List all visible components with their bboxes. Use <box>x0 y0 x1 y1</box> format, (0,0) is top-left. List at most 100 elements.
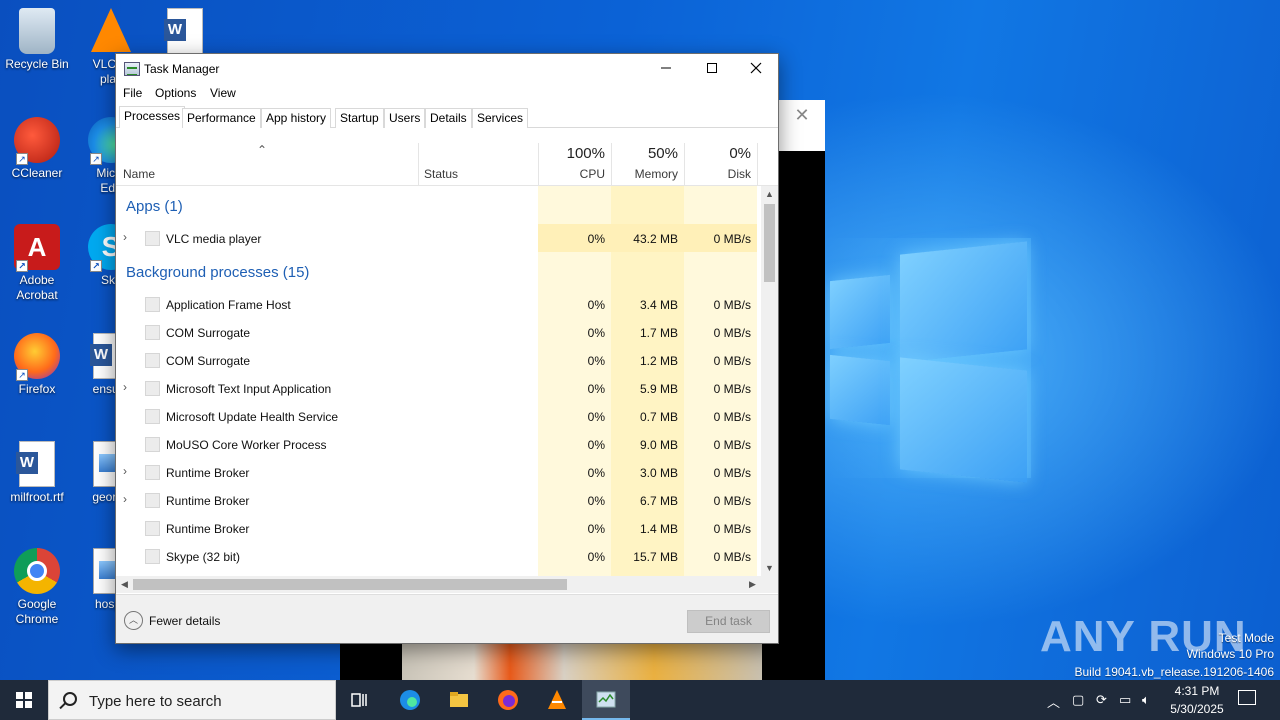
tray-sync-icon[interactable]: ⟳ <box>1096 692 1107 708</box>
scrollbar-thumb[interactable] <box>133 579 567 590</box>
table-row[interactable]: Microsoft Update Health Service 0% 0.7 M… <box>116 402 761 430</box>
menu-view[interactable]: View <box>207 86 239 100</box>
scroll-down-icon[interactable]: ▼ <box>761 560 778 576</box>
task-manager-icon <box>124 62 140 76</box>
tab-startup[interactable]: Startup <box>335 108 384 128</box>
clock-date[interactable]: 5/30/2025 <box>1164 702 1230 716</box>
horizontal-scrollbar[interactable]: ◀ ▶ <box>116 576 761 593</box>
taskbar-vlc[interactable] <box>533 680 581 720</box>
process-name: Application Frame Host <box>166 298 291 312</box>
column-disk[interactable]: Disk <box>685 167 751 181</box>
tab-app-history[interactable]: App history <box>261 108 332 128</box>
menu-options[interactable]: Options <box>152 86 199 100</box>
table-row[interactable]: Runtime Broker 0% 1.4 MB 0 MB/s <box>116 514 761 542</box>
process-memory: 1.7 MB <box>639 326 678 340</box>
desktop-icon-recycle-bin[interactable]: Recycle Bin <box>0 8 74 72</box>
taskbar-task-manager[interactable] <box>582 680 630 720</box>
menu-file[interactable]: File <box>120 86 145 100</box>
table-row[interactable]: › VLC media player 0% 43.2 MB 0 MB/s <box>116 224 761 252</box>
table-row[interactable]: MoUSO Core Worker Process 0% 9.0 MB 0 MB… <box>116 430 761 458</box>
cpu-percent[interactable]: 100% <box>539 145 605 162</box>
end-task-button[interactable]: End task <box>687 610 770 633</box>
column-cpu[interactable]: CPU <box>539 167 605 181</box>
process-icon <box>145 409 160 424</box>
desktop-icon-word-document[interactable] <box>148 8 222 57</box>
background-window-close-icon[interactable]: ✕ <box>790 104 814 126</box>
table-row[interactable]: › Microsoft Text Input Application 0% 5.… <box>116 374 761 402</box>
process-name: Microsoft Text Input Application <box>166 382 332 396</box>
table-row[interactable]: Skype (32 bit) 0% 15.7 MB 0 MB/s <box>116 542 761 570</box>
process-icon <box>145 325 160 340</box>
chevron-up-icon[interactable]: ︿ <box>124 611 143 630</box>
process-disk: 0 MB/s <box>713 522 751 536</box>
table-row[interactable]: › Runtime Broker 0% 6.7 MB 0 MB/s <box>116 486 761 514</box>
process-icon <box>145 549 160 564</box>
taskbar-search-box[interactable]: Type here to search <box>48 680 336 720</box>
taskbar-task-view[interactable] <box>336 680 384 720</box>
taskbar-edge[interactable] <box>386 680 434 720</box>
tray-app-icon[interactable]: ▢ <box>1072 692 1084 708</box>
start-button[interactable] <box>0 680 48 720</box>
clock-time[interactable]: 4:31 PM <box>1172 684 1222 698</box>
notification-center-icon[interactable] <box>1238 690 1256 705</box>
disk-percent[interactable]: 0% <box>685 145 751 162</box>
group-header-background[interactable]: Background processes (15) <box>116 252 761 286</box>
process-memory: 6.7 MB <box>639 494 678 508</box>
scroll-left-icon[interactable]: ◀ <box>116 576 133 593</box>
process-name: Runtime Broker <box>166 466 250 480</box>
taskbar-firefox[interactable] <box>484 680 532 720</box>
desktop-icon-milfroot[interactable]: milfroot.rtf <box>0 441 74 505</box>
tab-services[interactable]: Services <box>472 108 529 128</box>
process-list: Apps (1) › VLC media player 0% 43.2 MB 0… <box>116 186 761 576</box>
process-disk: 0 MB/s <box>713 354 751 368</box>
network-icon[interactable]: ▭ <box>1119 692 1131 708</box>
scroll-right-icon[interactable]: ▶ <box>744 576 761 593</box>
expand-chevron-icon[interactable]: › <box>123 230 127 244</box>
table-row[interactable]: › Runtime Broker 0% 3.0 MB 0 MB/s <box>116 458 761 486</box>
column-memory[interactable]: Memory <box>612 167 678 181</box>
scrollbar-thumb[interactable] <box>764 204 775 282</box>
table-row[interactable]: Application Frame Host 0% 3.4 MB 0 MB/s <box>116 290 761 318</box>
vertical-scrollbar[interactable]: ▲ ▼ <box>761 186 778 576</box>
background-window-body <box>778 151 825 680</box>
edge-icon <box>400 690 420 710</box>
process-disk: 0 MB/s <box>713 232 751 246</box>
expand-chevron-icon[interactable]: › <box>123 464 127 478</box>
desktop-icon-google-chrome[interactable]: Google Chrome <box>0 548 74 627</box>
table-row[interactable]: COM Surrogate 0% 1.7 MB 0 MB/s <box>116 318 761 346</box>
process-icon <box>145 381 160 396</box>
desktop-icon-firefox[interactable]: ↗ Firefox <box>0 333 74 397</box>
scroll-up-icon[interactable]: ▲ <box>761 186 778 202</box>
tab-users[interactable]: Users <box>384 108 426 128</box>
fewer-details-link[interactable]: Fewer details <box>149 614 220 628</box>
expand-chevron-icon[interactable]: › <box>123 380 127 394</box>
expand-chevron-icon[interactable]: › <box>123 492 127 506</box>
desktop-icon-ccleaner[interactable]: ↗ CCleaner <box>0 117 74 181</box>
taskbar-file-explorer[interactable] <box>435 680 483 720</box>
process-name: VLC media player <box>166 232 262 246</box>
process-cpu: 0% <box>587 326 605 340</box>
column-status[interactable]: Status <box>424 167 458 181</box>
process-name: MoUSO Core Worker Process <box>166 438 327 452</box>
minimize-button[interactable] <box>643 54 689 84</box>
process-cpu: 0% <box>587 438 605 452</box>
memory-percent[interactable]: 50% <box>612 145 678 162</box>
windows-logo-pane <box>830 274 890 350</box>
desktop-icon-adobe-acrobat[interactable]: A ↗ Adobe Acrobat <box>0 224 74 303</box>
tab-performance[interactable]: Performance <box>182 108 261 128</box>
group-header-apps[interactable]: Apps (1) <box>116 186 761 220</box>
process-cpu: 0% <box>587 354 605 368</box>
title-bar[interactable]: Task Manager <box>116 54 778 84</box>
close-button[interactable] <box>733 54 779 84</box>
column-header: ⌃ Name Status 100% CPU 50% Memory 0% Dis… <box>116 143 778 186</box>
column-name[interactable]: Name <box>123 167 155 181</box>
volume-icon[interactable]: 🔈︎ <box>1142 692 1150 708</box>
tab-processes[interactable]: Processes <box>119 106 186 128</box>
windows-start-icon <box>16 692 32 708</box>
maximize-button[interactable] <box>689 54 735 84</box>
table-row[interactable]: COM Surrogate 0% 1.2 MB 0 MB/s <box>116 346 761 374</box>
process-icon <box>145 521 160 536</box>
chevron-up-icon[interactable]: ︿ <box>1047 692 1060 711</box>
tab-details[interactable]: Details <box>425 108 472 128</box>
process-icon <box>145 465 160 480</box>
